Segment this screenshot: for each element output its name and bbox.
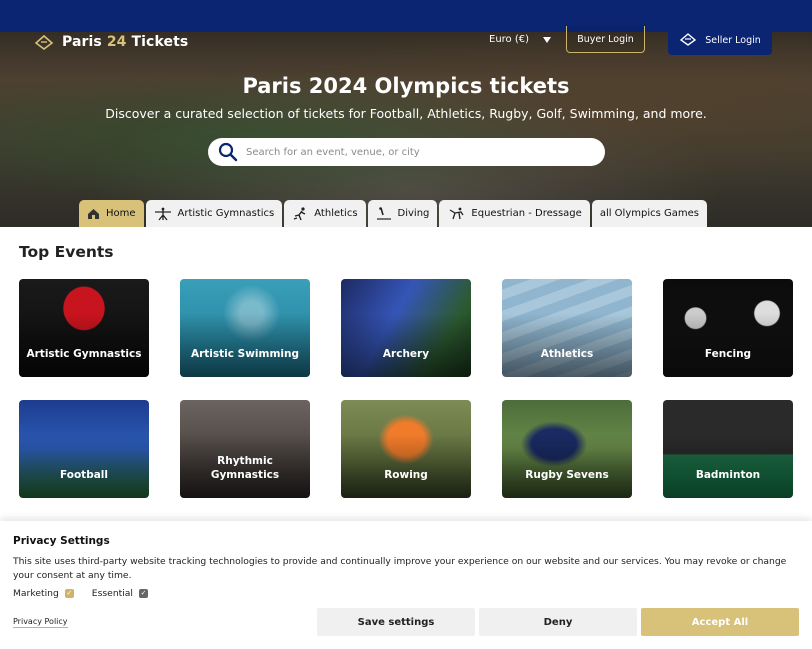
card-label: Rowing — [384, 469, 428, 481]
currency-label: Euro (€) — [489, 34, 530, 45]
event-card-fencing[interactable]: Fencing — [663, 279, 793, 377]
runner-icon — [292, 206, 308, 221]
tab-athletics[interactable]: Athletics — [284, 200, 366, 227]
card-label: Fencing — [704, 348, 752, 360]
consent-options: Marketing ✓ Essential ✓ — [13, 588, 148, 599]
hero-title: Paris 2024 Olympics tickets — [242, 74, 570, 98]
event-card-rhythmic-gymnastics[interactable]: Rhythmic Gymnastics — [180, 400, 310, 498]
tab-label: all Olympics Games — [599, 208, 699, 219]
card-label: Rhythmic Gymnastics — [210, 455, 280, 481]
ticket-icon — [34, 34, 54, 50]
privacy-text: This site uses third-party website track… — [13, 556, 787, 581]
event-card-badminton[interactable]: Badminton — [663, 400, 793, 498]
accept-all-button[interactable]: Accept All — [641, 608, 799, 636]
search-icon — [218, 142, 238, 162]
ticket-icon — [679, 32, 697, 49]
tab-label: Artistic Gymnastics — [177, 208, 275, 219]
top-events-title: Top Events — [19, 243, 114, 261]
seller-login-button[interactable]: Seller Login — [668, 26, 772, 55]
home-icon — [87, 208, 100, 220]
card-label: Artistic Swimming — [190, 348, 299, 360]
currency-selector[interactable]: Euro (€) — [489, 34, 552, 45]
tab-diving[interactable]: Diving — [367, 200, 438, 227]
card-label: Athletics — [540, 348, 594, 360]
hero-subtitle: Discover a curated selection of tickets … — [105, 106, 707, 121]
event-card-rowing[interactable]: Rowing — [341, 400, 471, 498]
hero: Paris 24 Tickets Euro (€) Buyer Login Se… — [0, 26, 812, 227]
card-label: Badminton — [695, 469, 761, 481]
event-card-artistic-swimming[interactable]: Artistic Swimming — [180, 279, 310, 377]
privacy-banner: Privacy Settings This site uses third-pa… — [0, 521, 812, 649]
save-settings-button[interactable]: Save settings — [317, 608, 475, 636]
event-card-rugby-sevens[interactable]: Rugby Sevens — [502, 400, 632, 498]
essential-label: Essential — [91, 588, 133, 599]
brand-logo[interactable]: Paris 24 Tickets — [34, 33, 188, 51]
hero-overlay — [0, 32, 812, 227]
search-input[interactable] — [246, 146, 586, 158]
card-label: Archery — [382, 348, 430, 360]
privacy-policy-link[interactable]: Privacy Policy — [13, 617, 68, 628]
category-tabs: Home Artistic Gymnastics Athletics Divin… — [79, 200, 707, 227]
diving-icon — [376, 206, 392, 221]
event-card-football[interactable]: Football — [19, 400, 149, 498]
event-card-archery[interactable]: Archery — [341, 279, 471, 377]
tab-label: Equestrian - Dressage — [471, 208, 582, 219]
event-card-athletics[interactable]: Athletics — [502, 279, 632, 377]
tab-label: Diving — [397, 208, 430, 219]
brand-name: Paris 24 Tickets — [62, 34, 189, 50]
tab-label: Athletics — [314, 208, 358, 219]
horse-icon — [447, 207, 465, 221]
card-label: Artistic Gymnastics — [26, 348, 142, 360]
gymnastics-icon — [154, 207, 172, 221]
search-bar[interactable] — [208, 138, 605, 166]
tab-artistic-gymnastics[interactable]: Artistic Gymnastics — [145, 200, 283, 227]
card-label: Football — [60, 469, 108, 481]
privacy-title: Privacy Settings — [13, 535, 110, 547]
tab-all-olympics-games[interactable]: all Olympics Games — [591, 200, 707, 227]
marketing-checkbox[interactable]: ✓ — [64, 589, 74, 598]
card-label: Rugby Sevens — [525, 469, 609, 481]
chevron-down-icon — [543, 36, 552, 43]
tab-equestrian-dressage[interactable]: Equestrian - Dressage — [439, 200, 590, 227]
essential-checkbox[interactable]: ✓ — [139, 589, 148, 598]
event-card-artistic-gymnastics[interactable]: Artistic Gymnastics — [19, 279, 149, 377]
tab-home[interactable]: Home — [79, 200, 144, 227]
deny-button[interactable]: Deny — [479, 608, 637, 636]
buyer-login-button[interactable]: Buyer Login — [566, 26, 645, 53]
marketing-label: Marketing — [13, 588, 59, 599]
seller-login-label: Seller Login — [705, 35, 761, 46]
tab-label: Home — [106, 208, 136, 219]
